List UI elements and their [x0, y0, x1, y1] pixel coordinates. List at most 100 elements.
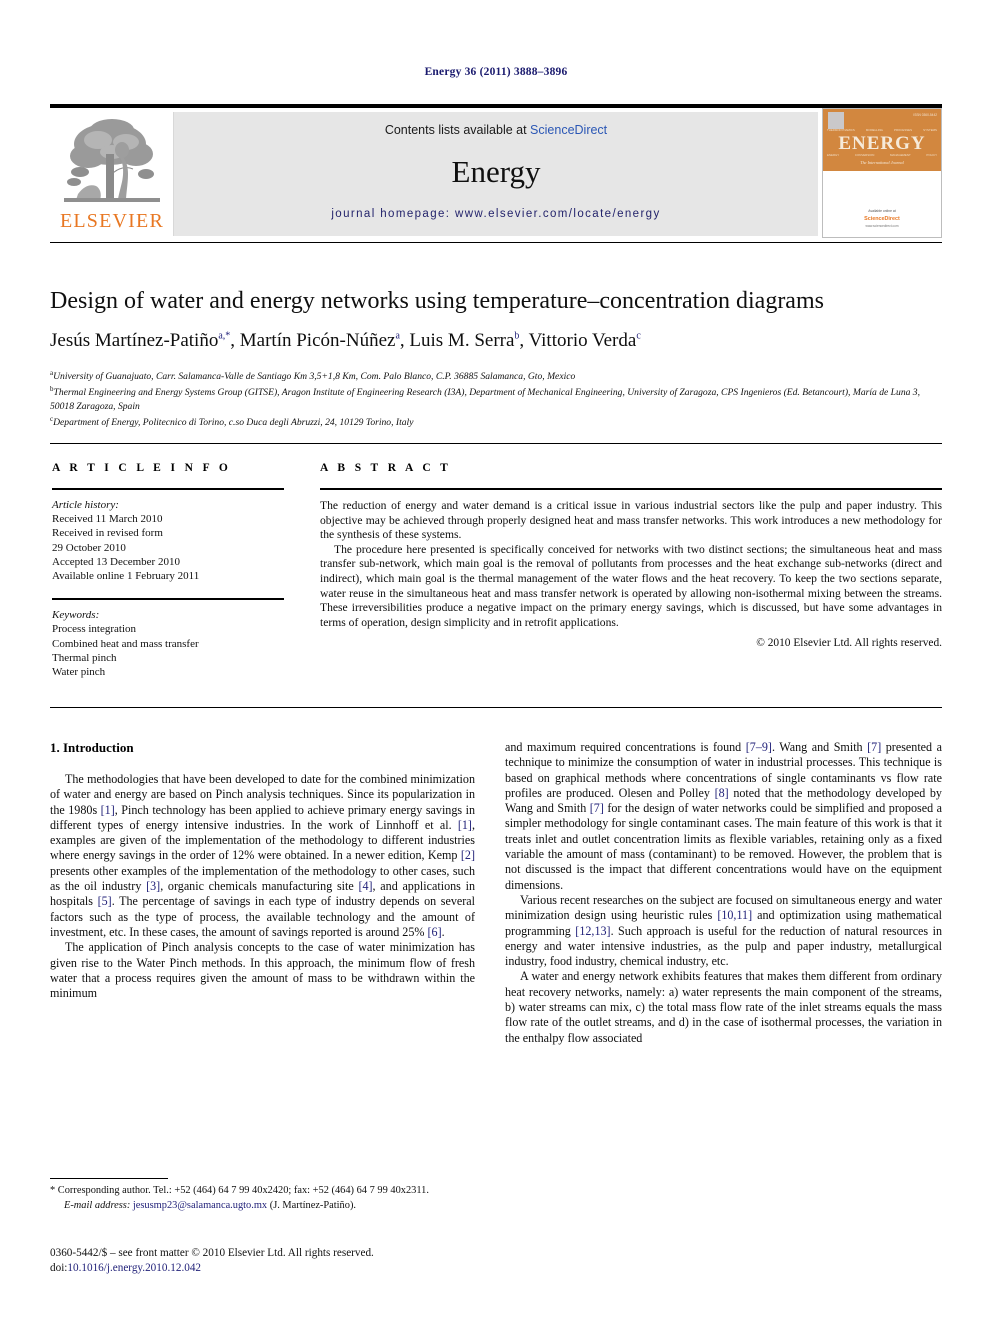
abstract-rule	[320, 488, 942, 490]
keyword-item: Combined heat and mass transfer	[52, 637, 199, 650]
journal-name: Energy	[451, 154, 541, 189]
doi-label: doi:	[50, 1261, 68, 1274]
contents-prefix: Contents lists available at	[384, 123, 531, 137]
cover-word: POLICY	[926, 153, 937, 157]
history-item: Available online 1 February 2011	[52, 570, 200, 583]
citation-ref[interactable]: [7]	[867, 740, 881, 754]
body-paragraph: and maximum required concentrations is f…	[505, 740, 942, 893]
article-info-heading: A R T I C L E I N F O	[52, 462, 232, 474]
cover-word: MODELLING	[865, 128, 883, 132]
citation-ref[interactable]: [4]	[358, 879, 372, 893]
citation-ref[interactable]: [2]	[461, 848, 475, 862]
cover-available-text: Available online at	[868, 209, 896, 213]
cover-topic-words-bottom: ENERGY CONVERSION MANAGEMENT POLICY	[827, 153, 937, 157]
masthead-center-band: Contents lists available at ScienceDirec…	[174, 112, 818, 236]
abstract-block: A B S T R A C T The reduction of energy …	[320, 462, 942, 649]
page-title: Design of water and energy networks usin…	[50, 288, 824, 314]
journal-masthead: ELSEVIER Contents lists available at Sci…	[50, 104, 942, 243]
paragraph-text: Various recent researches on the subject…	[505, 892, 942, 969]
elsevier-wordmark: ELSEVIER	[59, 210, 165, 232]
issn-front-matter: 0360-5442/$ – see front matter © 2010 El…	[50, 1247, 374, 1259]
citation-ref[interactable]: [5]	[98, 894, 112, 908]
abstract-copyright: © 2010 Elsevier Ltd. All rights reserved…	[756, 637, 942, 650]
author-name: Jesús Martínez-Patiño	[50, 330, 219, 351]
citation-ref[interactable]: [6]	[428, 925, 442, 939]
citation-ref[interactable]: [8]	[715, 786, 729, 800]
author-marks: b	[514, 330, 520, 342]
cover-word: CONVERSION	[854, 153, 875, 157]
paragraph-text: The methodologies that have been develop…	[50, 772, 475, 939]
keyword-item: Thermal pinch	[52, 651, 117, 664]
author-name: Luis M. Serra	[409, 330, 515, 351]
citation-ref[interactable]: [1]	[458, 818, 472, 832]
footnote-block: * Corresponding author. Tel.: +52 (464) …	[50, 1184, 475, 1212]
cover-issn: ISSN 0360-5442	[913, 113, 937, 117]
affiliation-text: Department of Energy, Politecnico di Tor…	[53, 417, 414, 429]
panel-bottom-rule	[50, 707, 942, 708]
cover-word: THERMODYNAMICS	[827, 128, 855, 132]
author-marks: a,*	[218, 330, 231, 342]
abstract-paragraph: The reduction of energy and water demand…	[320, 499, 942, 542]
affiliation-text: Thermal Engineering and Energy Systems G…	[50, 387, 921, 412]
cover-sciencedirect-logo: ScienceDirect	[864, 216, 900, 222]
cover-topic-words-top: THERMODYNAMICS MODELLING PROCESSES SYSTE…	[827, 128, 937, 132]
history-item: Received in revised form	[52, 527, 163, 540]
cover-publisher-mark-icon	[828, 112, 844, 129]
keyword-item: Water pinch	[52, 666, 106, 679]
body-paragraph: Various recent researches on the subject…	[505, 893, 942, 969]
paragraph-text: The application of Pinch analysis concep…	[50, 940, 475, 1001]
affiliation-text: University of Guanajuato, Carr. Salamanc…	[53, 371, 576, 383]
masthead-bottom-rule	[50, 242, 942, 243]
author-name: Martín Picón-Núñez	[239, 330, 396, 351]
cover-white-area: Available online at ScienceDirect www.sc…	[823, 171, 941, 237]
body-column-left: 1. Introduction The methodologies that h…	[50, 740, 475, 1001]
email-suffix: (J. Martínez-Patiño).	[269, 1200, 357, 1211]
article-info-block: A R T I C L E I N F O Article history: R…	[52, 462, 284, 679]
footnote-separator	[50, 1178, 168, 1179]
body-paragraph: The methodologies that have been develop…	[50, 772, 475, 940]
masthead-top-rule	[50, 104, 942, 108]
body-column-right: and maximum required concentrations is f…	[505, 740, 942, 1046]
elsevier-logo: ELSEVIER	[50, 112, 174, 236]
author-name: Vittorio Verda	[528, 330, 637, 351]
abstract-heading: A B S T R A C T	[320, 462, 452, 474]
contents-available-line: Contents lists available at ScienceDirec…	[174, 123, 818, 137]
keywords-label: Keywords:	[52, 609, 100, 622]
email-link[interactable]: jesusmp23@salamanca.ugto.mx	[133, 1200, 267, 1211]
paragraph-text: A water and energy network exhibits feat…	[505, 969, 942, 1045]
history-item: Received 11 March 2010	[52, 513, 163, 526]
sciencedirect-link[interactable]: ScienceDirect	[530, 123, 607, 137]
citation-ref[interactable]: [3]	[146, 879, 160, 893]
citation-ref[interactable]: [1]	[101, 803, 115, 817]
history-item: 29 October 2010	[52, 541, 126, 554]
elsevier-tree-icon	[64, 119, 160, 202]
abstract-text: The reduction of energy and water demand…	[320, 499, 942, 630]
cover-orange-band: ISSN 0360-5442 THERMODYNAMICS MODELLING …	[823, 109, 941, 171]
paragraph-text: and maximum required concentrations is f…	[505, 740, 942, 892]
affiliation-list: aUniversity of Guanajuato, Carr. Salaman…	[50, 367, 942, 429]
cover-word: ENERGY	[827, 153, 840, 157]
body-paragraph: The application of Pinch analysis concep…	[50, 940, 475, 1001]
affiliation-item: bThermal Engineering and Energy Systems …	[50, 383, 942, 413]
paper-page: Energy 36 (2011) 3888–3896 ELSEVIER Cont…	[0, 0, 992, 1323]
cover-subtitle: The International Journal	[860, 160, 904, 165]
citation-ref[interactable]: [10,11]	[717, 908, 752, 922]
running-head: Energy 36 (2011) 3888–3896	[424, 66, 568, 78]
citation-ref[interactable]: [7–9]	[746, 740, 772, 754]
keywords-block: Keywords: Process integration Combined h…	[52, 608, 284, 679]
article-history: Article history: Received 11 March 2010 …	[52, 498, 284, 583]
journal-homepage-link[interactable]: journal homepage: www.elsevier.com/locat…	[174, 208, 818, 220]
corresponding-author-note: * Corresponding author. Tel.: +52 (464) …	[50, 1185, 429, 1196]
cover-title: ENERGY	[838, 133, 926, 154]
journal-cover-thumbnail[interactable]: ISSN 0360-5442 THERMODYNAMICS MODELLING …	[822, 108, 942, 238]
doi-line: doi:10.1016/j.energy.2010.12.042	[50, 1261, 475, 1276]
citation-ref[interactable]: [12,13]	[575, 924, 610, 938]
citation-ref[interactable]: [7]	[590, 801, 604, 815]
cover-word: SYSTEMS	[923, 128, 937, 132]
keywords-rule	[52, 598, 284, 601]
history-item: Accepted 13 December 2010	[52, 555, 180, 568]
author-marks: c	[636, 330, 641, 342]
doi-link[interactable]: 10.1016/j.energy.2010.12.042	[67, 1262, 201, 1274]
email-label: E-mail address:	[64, 1200, 131, 1211]
cover-word: MANAGEMENT	[890, 153, 911, 157]
